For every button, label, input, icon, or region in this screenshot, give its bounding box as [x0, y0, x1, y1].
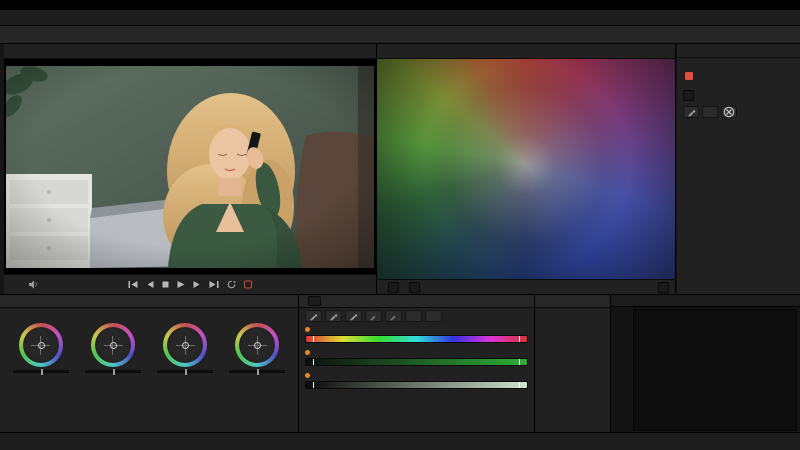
warper-mode-area — [653, 282, 669, 293]
primaries-header — [0, 295, 298, 308]
sat-grid-size-select[interactable] — [409, 282, 420, 293]
transport-controls — [128, 280, 253, 289]
jump-first-button[interactable] — [128, 280, 139, 289]
softness-add-button[interactable] — [365, 310, 382, 322]
luminance-section — [299, 370, 534, 393]
record-indicator-icon[interactable] — [244, 280, 253, 289]
luminance-high-handle[interactable] — [519, 382, 520, 388]
clear-icon: ⊗ — [722, 102, 735, 122]
saturation-low-handle[interactable] — [313, 359, 314, 365]
primaries-panel — [0, 294, 298, 432]
range-tools-row: ⊗ — [677, 103, 800, 121]
qualifier-header — [299, 295, 534, 308]
color-warper-title — [377, 44, 675, 59]
viewer-panel — [4, 44, 376, 294]
matte-header — [535, 295, 610, 308]
color-warper-mesh[interactable] — [377, 59, 675, 279]
play-button[interactable] — [177, 280, 186, 289]
qualifier-picker-row — [299, 308, 534, 324]
qualifier-panel — [298, 294, 534, 432]
color-picker-button[interactable] — [305, 310, 322, 322]
step-forward-button[interactable] — [193, 280, 202, 289]
menubar — [0, 10, 800, 26]
saturation-section — [299, 347, 534, 370]
davinci-resolve-window: ⊗ — [0, 0, 800, 450]
wheel-crosshair — [242, 330, 272, 360]
plan-select[interactable] — [677, 44, 800, 58]
window-titlebar — [0, 0, 800, 10]
lift-color-wheel[interactable] — [19, 323, 63, 367]
invert-selection-button[interactable] — [405, 310, 422, 322]
lift-master-dial[interactable] — [13, 370, 69, 373]
auto-lock-checkbox-row[interactable] — [677, 68, 800, 84]
top-toolbar — [0, 26, 800, 44]
color-warper-footer — [377, 279, 675, 294]
loop-button[interactable] — [227, 280, 237, 289]
scopes-panel — [610, 294, 800, 432]
saturation-high-handle[interactable] — [519, 359, 520, 365]
color-warper-panel — [376, 44, 676, 294]
softness-subtract-button[interactable] — [385, 310, 402, 322]
picker-subtract-button[interactable] — [345, 310, 362, 322]
clear-range-button[interactable]: ⊗ — [721, 106, 737, 118]
gain-wheel-column — [151, 313, 220, 375]
offset-wheel-column — [223, 313, 292, 375]
scopes-header — [611, 295, 800, 307]
matte-finesse-panel — [534, 294, 610, 432]
app-version-area — [8, 433, 12, 450]
video-canvas — [4, 59, 376, 274]
jump-last-button[interactable] — [209, 280, 220, 289]
stop-button[interactable] — [162, 280, 170, 289]
hue-grid-size-select[interactable] — [388, 282, 399, 293]
scopes-body — [611, 307, 800, 432]
wheel-crosshair — [170, 330, 200, 360]
offset-master-dial[interactable] — [229, 370, 285, 373]
transport-bar — [4, 274, 376, 294]
luminance-range-bar[interactable] — [305, 381, 528, 389]
hue-section — [299, 324, 534, 347]
warper-tools-panel: ⊗ — [677, 44, 800, 294]
hue-range-bar[interactable] — [305, 335, 528, 343]
gamma-master-dial[interactable] — [85, 370, 141, 373]
wheel-crosshair — [26, 330, 56, 360]
saturation-range-bar[interactable] — [305, 358, 528, 366]
wheel-crosshair — [98, 330, 128, 360]
color-space-select[interactable] — [658, 282, 669, 293]
primaries-bottom-params-1 — [0, 375, 298, 379]
hue-low-handle[interactable] — [313, 336, 314, 342]
viewer-header — [4, 44, 376, 59]
checkbox-checked-icon[interactable] — [685, 72, 693, 80]
luminance-enable-dot[interactable] — [305, 373, 310, 378]
gamma-wheel-column — [78, 313, 147, 375]
saturation-enable-dot[interactable] — [305, 350, 310, 355]
waveform-axis — [611, 307, 633, 432]
picker-add-button[interactable] — [325, 310, 342, 322]
audio-mute-button[interactable] — [28, 280, 38, 289]
eyedropper-button[interactable] — [683, 106, 699, 118]
qualifier-mode-select[interactable] — [308, 296, 321, 306]
offset-color-wheel[interactable] — [235, 323, 279, 367]
luminance-params — [305, 389, 528, 393]
project-title-area — [396, 26, 404, 43]
waveform-scope — [633, 309, 797, 431]
viewer-tools — [4, 280, 38, 289]
color-wheels-row — [0, 312, 298, 375]
highlight-toggle-button[interactable] — [425, 310, 442, 322]
luma-row — [677, 88, 800, 103]
step-back-button[interactable] — [146, 280, 155, 289]
luminance-low-handle[interactable] — [313, 382, 314, 388]
color-warper-field[interactable] — [377, 59, 675, 279]
gain-color-wheel[interactable] — [163, 323, 207, 367]
gain-master-dial[interactable] — [157, 370, 213, 373]
hue-enable-dot[interactable] — [305, 327, 310, 332]
luma-field[interactable] — [683, 90, 694, 101]
hue-high-handle[interactable] — [519, 336, 520, 342]
draw-range-button[interactable] — [702, 106, 718, 118]
gamma-color-wheel[interactable] — [91, 323, 135, 367]
lift-wheel-column — [6, 313, 75, 375]
video-frame-image — [6, 66, 374, 268]
page-bar — [0, 432, 800, 450]
